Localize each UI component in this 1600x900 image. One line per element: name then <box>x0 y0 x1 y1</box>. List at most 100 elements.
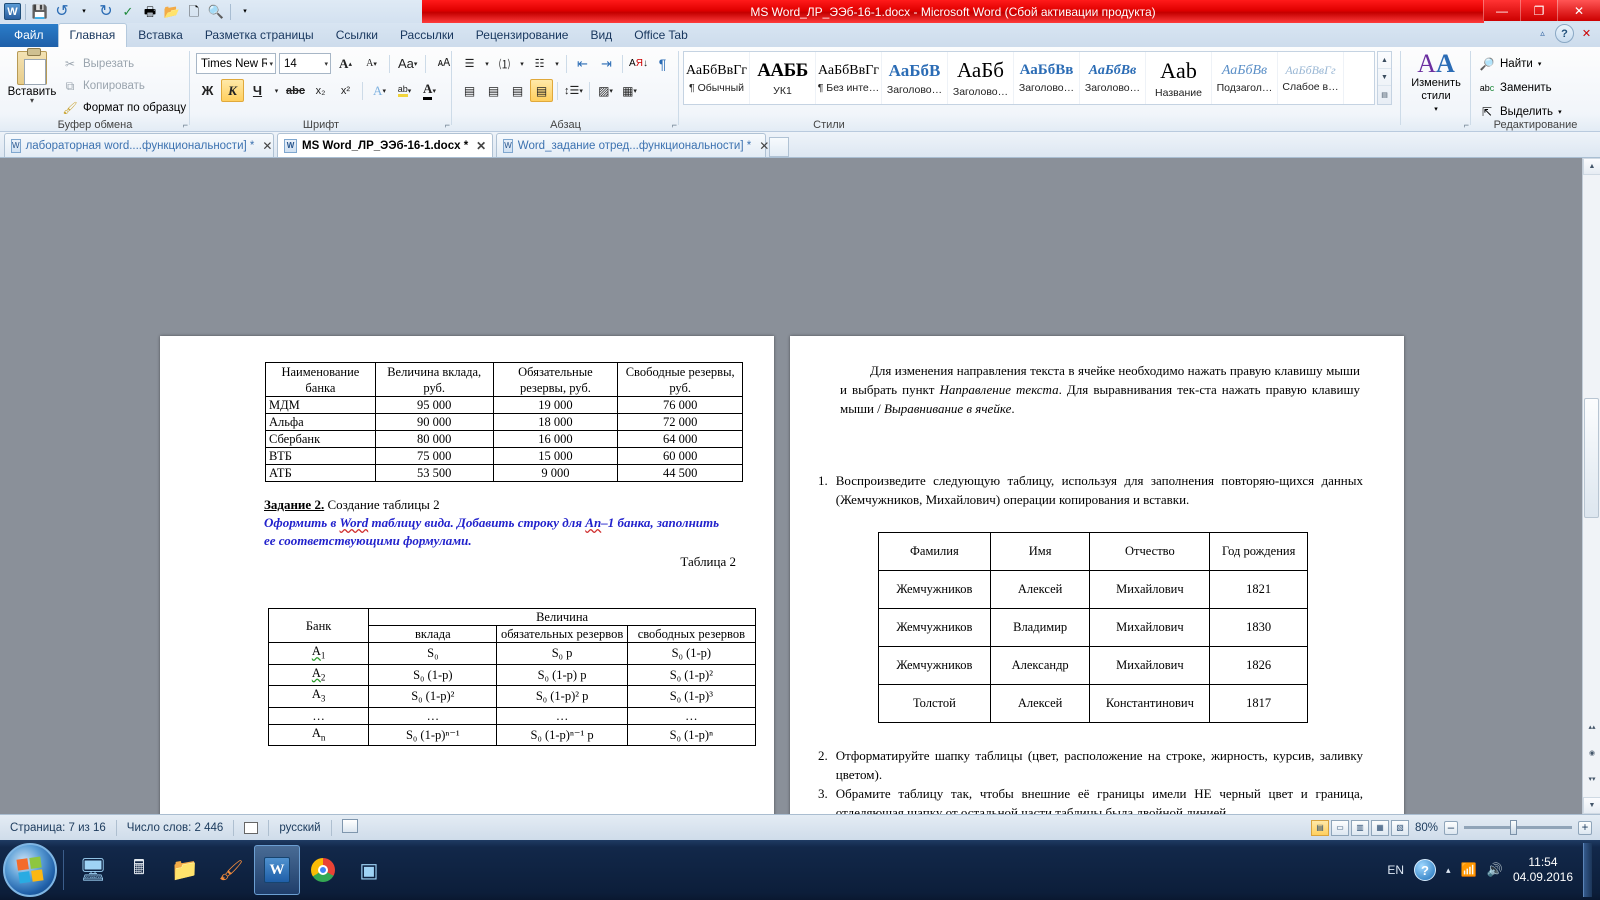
save-icon[interactable]: 💾 <box>30 2 50 22</box>
styles-more-icon[interactable]: ▤ <box>1378 86 1391 103</box>
document-tab-1[interactable]: W лабораторная word....функциональности]… <box>4 133 274 157</box>
help-icon[interactable]: ? <box>1555 24 1574 43</box>
new-document-tab-button[interactable] <box>769 137 790 157</box>
document-tab-2[interactable]: W MS Word_ЛР_ЭЭб-16-1.docx * ✕ <box>277 133 494 157</box>
view-fullscreen-reading[interactable]: ▭ <box>1330 819 1349 836</box>
tab-review[interactable]: Рецензирование <box>465 24 580 47</box>
text-highlight-button[interactable]: ab ▾ <box>393 79 416 102</box>
font-dialog-launcher-icon[interactable]: ⌐ <box>445 120 450 130</box>
language-indicator[interactable]: EN <box>1387 863 1404 877</box>
spellcheck-icon[interactable]: ✓ <box>118 2 138 22</box>
subscript-button[interactable]: x₂ <box>309 79 332 102</box>
align-justify-button[interactable]: ▤ <box>530 79 553 102</box>
scroll-down-icon[interactable]: ▼ <box>1378 69 1391 86</box>
style-item-normal[interactable]: АаБбВвГг ¶ Обычный <box>684 52 750 104</box>
print-icon[interactable]: 🖶 <box>140 2 160 22</box>
document-canvas[interactable]: Наименование банка Величина вклада, руб.… <box>0 158 1600 814</box>
view-outline[interactable]: ▦ <box>1370 819 1389 836</box>
align-right-button[interactable]: ▤ <box>506 79 529 102</box>
start-button[interactable] <box>3 843 57 897</box>
align-left-button[interactable]: ▤ <box>458 79 481 102</box>
minimize-ribbon-icon[interactable]: ▵ <box>1533 24 1552 43</box>
proofing-errors-icon[interactable] <box>234 821 268 834</box>
italic-button[interactable]: К <box>221 79 244 102</box>
show-formatting-marks-button[interactable]: ¶ <box>651 52 674 75</box>
chevron-down-icon[interactable]: ▾ <box>1558 108 1562 116</box>
chevron-down-icon[interactable]: ▾ <box>1405 103 1467 116</box>
new-document-icon[interactable]: 🗋 <box>184 2 204 22</box>
writers-table[interactable]: Фамилия Имя Отчество Год рождения Жемчуж… <box>878 532 1308 723</box>
find-button[interactable]: 🔎 Найти ▾ <box>1479 52 1562 76</box>
sort-button[interactable]: A Я ↓ <box>627 52 650 75</box>
taskbar-paint[interactable]: 🖌 <box>208 845 254 895</box>
line-spacing-button[interactable]: ↕☰ ▾ <box>562 79 585 102</box>
taskbar-app[interactable]: ▣ <box>346 845 392 895</box>
style-item-no-spacing[interactable]: АаБбВвГг ¶ Без инте… <box>816 52 882 104</box>
show-desktop-button[interactable] <box>1583 843 1592 897</box>
tab-references[interactable]: Ссылки <box>325 24 389 47</box>
view-print-layout[interactable]: ▤ <box>1310 819 1329 836</box>
superscript-button[interactable]: x² <box>334 79 357 102</box>
shrink-font-button[interactable]: A ▾ <box>360 52 383 75</box>
change-styles-button[interactable]: AA Изменить стили ▾ <box>1405 51 1467 116</box>
font-color-button[interactable]: A ▾ <box>418 79 441 102</box>
tab-file[interactable]: Файл <box>0 24 58 47</box>
tab-insert[interactable]: Вставка <box>127 24 194 47</box>
replace-button[interactable]: ab c Заменить <box>1479 76 1562 100</box>
show-hidden-icons[interactable]: ▴ <box>1446 865 1451 876</box>
tab-home[interactable]: Главная <box>57 23 128 48</box>
close-icon[interactable]: ✕ <box>756 139 769 153</box>
scroll-up-icon[interactable]: ▲ <box>1583 158 1600 175</box>
style-item-heading4[interactable]: АаБбВв Заголово… <box>1080 52 1146 104</box>
bank-formula-table[interactable]: Банк Величина вклада обязательных резерв… <box>267 608 757 746</box>
page-indicator[interactable]: Страница: 7 из 16 <box>0 822 116 834</box>
tab-view[interactable]: Вид <box>579 24 623 47</box>
shading-button[interactable]: ▨ ▾ <box>594 79 617 102</box>
chevron-down-icon[interactable]: ▾ <box>322 60 328 68</box>
style-item-uk1[interactable]: ААББ УК1 <box>750 52 816 104</box>
volume-icon[interactable]: 🔊 <box>1487 862 1503 878</box>
clipboard-dialog-launcher-icon[interactable]: ⌐ <box>183 120 188 130</box>
styles-dialog-launcher-icon[interactable]: ⌐ <box>1464 120 1469 130</box>
network-icon[interactable]: 📶 <box>1461 862 1477 878</box>
word-count[interactable]: Число слов: 2 446 <box>117 822 234 834</box>
minimize-button[interactable]: — <box>1483 0 1520 21</box>
close-icon[interactable]: ✕ <box>259 139 272 153</box>
help-icon[interactable]: ? <box>1414 859 1437 881</box>
style-item-subtitle[interactable]: АаБбВв Подзагол… <box>1212 52 1278 104</box>
scroll-down-icon[interactable]: ▼ <box>1583 797 1600 814</box>
multilevel-dropdown-icon[interactable]: ▾ <box>552 52 562 75</box>
language-indicator[interactable]: русский <box>269 822 330 834</box>
style-item-heading2[interactable]: АаБб Заголово… <box>948 52 1014 104</box>
multilevel-list-button[interactable]: ☷ <box>528 52 551 75</box>
restore-button[interactable]: ❐ <box>1520 0 1557 21</box>
text-effects-button[interactable]: A ▾ <box>368 79 391 102</box>
styles-gallery[interactable]: АаБбВвГг ¶ Обычный ААББ УК1 АаБбВвГг ¶ Б… <box>683 51 1375 105</box>
style-item-subtle-emphasis[interactable]: АаБбВвГг Слабое в… <box>1278 52 1344 104</box>
styles-gallery-scrollbar[interactable]: ▲ ▼ ▤ <box>1377 51 1392 105</box>
align-center-button[interactable]: ▤ <box>482 79 505 102</box>
redo-icon[interactable]: ↻ <box>96 2 116 22</box>
taskbar-monitor[interactable]: 🖥 <box>70 845 116 895</box>
scroll-up-icon[interactable]: ▲ <box>1378 52 1391 69</box>
strikethrough-button[interactable]: abc <box>284 79 307 102</box>
bullets-dropdown-icon[interactable]: ▾ <box>482 52 492 75</box>
decrease-indent-button[interactable]: ⇤ <box>571 52 594 75</box>
bank-deposits-table[interactable]: Наименование банка Величина вклада, руб.… <box>265 362 743 482</box>
tab-page-layout[interactable]: Разметка страницы <box>194 24 325 47</box>
format-painter-button[interactable]: 🖌 Формат по образцу <box>62 97 186 119</box>
zoom-in-button[interactable]: + <box>1578 820 1592 835</box>
view-draft[interactable]: ▧ <box>1390 819 1409 836</box>
grow-font-button[interactable]: A ▴ <box>334 52 357 75</box>
document-tab-3[interactable]: W Word_задание отред...функциональности]… <box>496 133 769 157</box>
font-name-combo[interactable]: Times New Rc ▾ <box>196 53 276 74</box>
increase-indent-button[interactable]: ⇥ <box>595 52 618 75</box>
change-case-button[interactable]: Aa ▾ <box>396 52 419 75</box>
zoom-slider-thumb[interactable] <box>1510 820 1517 835</box>
bold-button[interactable]: Ж <box>196 79 219 102</box>
taskbar-explorer[interactable]: 📁 <box>162 845 208 895</box>
zoom-level[interactable]: 80% <box>1415 822 1438 834</box>
view-web-layout[interactable]: ▥ <box>1350 819 1369 836</box>
scrollbar-thumb[interactable] <box>1584 398 1599 518</box>
numbering-button[interactable]: ⑴ <box>493 52 516 75</box>
